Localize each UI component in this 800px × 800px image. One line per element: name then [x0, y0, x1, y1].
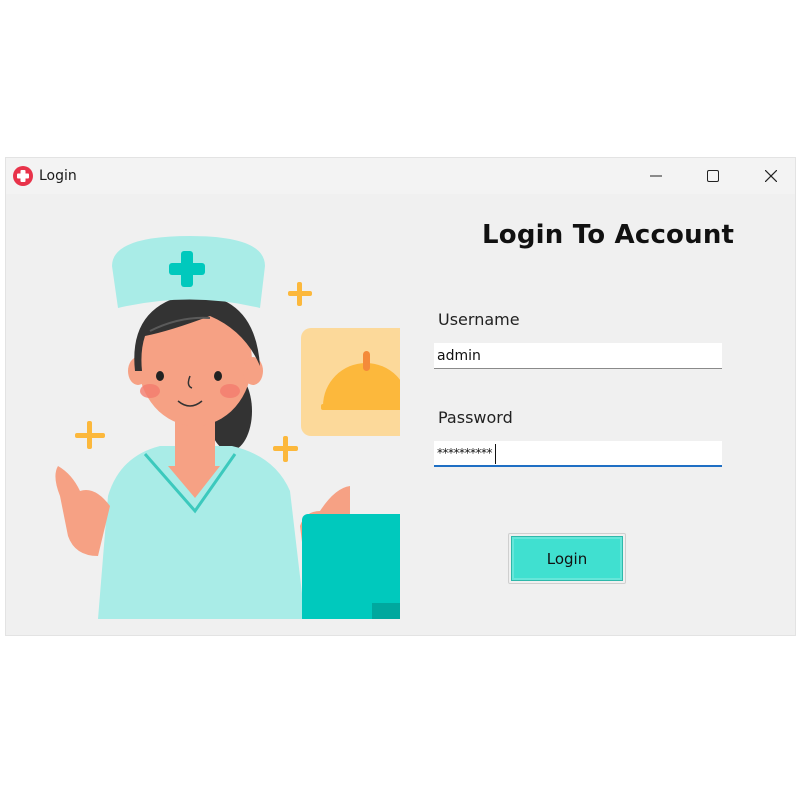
password-field[interactable]	[434, 441, 722, 467]
password-label: Password	[438, 408, 513, 427]
maximize-icon	[707, 170, 719, 182]
close-button[interactable]	[748, 158, 794, 194]
window-title: Login	[39, 168, 77, 184]
maximize-button[interactable]	[690, 158, 736, 194]
page-title: Login To Account	[482, 220, 735, 250]
close-icon	[765, 170, 777, 182]
food-dome-card	[301, 328, 400, 436]
minimize-icon	[650, 175, 662, 177]
clipboard	[302, 514, 400, 619]
nurse-illustration	[55, 236, 400, 619]
login-button[interactable]: Login	[511, 536, 623, 581]
medical-cross-icon	[13, 166, 33, 186]
username-label: Username	[438, 310, 520, 329]
login-window: Login Login To Account Username admin Pa…	[5, 157, 796, 636]
text-caret	[495, 444, 496, 464]
title-bar[interactable]: Login	[6, 158, 795, 194]
minimize-button[interactable]	[633, 158, 679, 194]
nurse-cap	[112, 236, 265, 308]
username-field[interactable]	[434, 343, 722, 369]
